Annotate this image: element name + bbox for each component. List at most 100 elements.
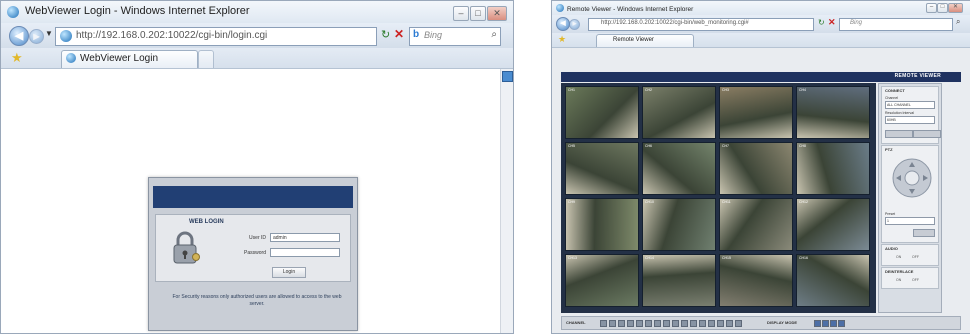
display-mode-button[interactable] (838, 320, 845, 327)
scroll-up-button[interactable] (502, 71, 513, 82)
back-icon[interactable]: ◀ (556, 17, 570, 31)
camera-tile[interactable]: CH4 (796, 86, 870, 139)
channel-button[interactable] (717, 320, 724, 327)
back-icon[interactable]: ◀ (9, 26, 29, 46)
audio-on-radio[interactable]: ON (896, 255, 901, 259)
camera-tile[interactable]: CH10 (642, 198, 716, 251)
channel-button[interactable] (681, 320, 688, 327)
camera-tile[interactable]: CH1 (565, 86, 639, 139)
channel-button[interactable] (699, 320, 706, 327)
channel-button[interactable] (618, 320, 625, 327)
camera-tile[interactable]: CH3 (719, 86, 793, 139)
tab-label: Remote Viewer (613, 37, 654, 43)
camera-tile[interactable]: CH11 (719, 198, 793, 251)
maximize-button[interactable]: □ (470, 6, 486, 21)
dialog-header (153, 186, 353, 208)
display-mode-button[interactable] (830, 320, 837, 327)
channel-button[interactable] (627, 320, 634, 327)
audio-title: AUDIO (885, 246, 898, 251)
channel-button[interactable] (726, 320, 733, 327)
search-placeholder: Bing (850, 20, 863, 26)
camera-label: CH2 (645, 88, 653, 92)
channel-button[interactable] (672, 320, 679, 327)
minimize-button[interactable]: – (926, 3, 937, 13)
navigation-bar: ◀ ▶ http://192.168.0.202:10022/cgi-bin/w… (552, 15, 970, 33)
camera-tile[interactable]: CH2 (642, 86, 716, 139)
preset-move-button[interactable] (913, 229, 935, 237)
connect-button[interactable] (885, 130, 913, 138)
stop-icon[interactable]: ✕ (828, 17, 836, 28)
display-mode-button[interactable] (814, 320, 821, 327)
channel-button[interactable] (708, 320, 715, 327)
close-button[interactable]: ✕ (487, 6, 507, 21)
forward-icon[interactable]: ▶ (29, 29, 44, 44)
channel-select[interactable]: ALL CHANNEL (885, 101, 935, 109)
login-button[interactable]: Login (272, 267, 306, 278)
audio-off-radio[interactable]: OFF (912, 255, 919, 259)
connect-title: CONNECT (885, 88, 905, 93)
new-tab-button[interactable] (198, 50, 214, 68)
refresh-icon[interactable]: ↻ (818, 18, 825, 27)
camera-label: CH14 (645, 256, 654, 260)
channel-button[interactable] (609, 320, 616, 327)
preset-label: Preset (885, 212, 896, 216)
dropdown-chevron-icon[interactable]: ▼ (45, 29, 53, 38)
search-icon[interactable]: ⌕ (956, 17, 960, 27)
search-box[interactable]: Bing (839, 18, 953, 31)
camera-tile[interactable]: CH15 (719, 254, 793, 307)
camera-tile[interactable]: CH7 (719, 142, 793, 195)
channel-button[interactable] (600, 320, 607, 327)
login-panel: WEB LOGIN User ID admin Password Login (155, 214, 351, 282)
connect-section: CONNECT Channel ALL CHANNEL Resolution I… (881, 86, 941, 144)
resolution-select[interactable]: 60HB (885, 116, 935, 124)
camera-tile[interactable]: CH6 (642, 142, 716, 195)
tab-webviewer-login[interactable]: WebViewer Login (61, 50, 198, 68)
refresh-icon[interactable]: ↻ (381, 28, 390, 41)
channel-button[interactable] (645, 320, 652, 327)
padlock-key-icon (173, 231, 200, 264)
address-url: http://192.168.0.202:10022/cgi-bin/web_m… (601, 20, 749, 26)
camera-tile[interactable]: CH13 (565, 254, 639, 307)
minimize-button[interactable]: – (453, 6, 469, 21)
address-bar[interactable]: http://192.168.0.202:10022/cgi-bin/login… (55, 27, 377, 46)
vertical-scrollbar[interactable] (500, 69, 513, 333)
stop-icon[interactable]: ✕ (394, 27, 404, 41)
deinterlace-off-radio[interactable]: OFF (912, 278, 919, 282)
camera-tile[interactable]: CH16 (796, 254, 870, 307)
disconnect-button[interactable] (913, 130, 941, 138)
camera-tile[interactable]: CH9 (565, 198, 639, 251)
remote-viewer-nav[interactable]: REMOTE VIEWER (895, 73, 941, 79)
ie-logo-icon (7, 6, 19, 18)
deinterlace-on-radio[interactable]: ON (896, 278, 901, 282)
favorites-star-icon[interactable]: ★ (558, 34, 566, 45)
address-bar[interactable]: http://192.168.0.202:10022/cgi-bin/web_m… (588, 18, 814, 31)
channel-button[interactable] (735, 320, 742, 327)
preset-select[interactable]: 1 (885, 217, 935, 225)
channel-button[interactable] (654, 320, 661, 327)
tab-bar: ★ Remote Viewer (552, 33, 970, 48)
display-mode-button[interactable] (822, 320, 829, 327)
ptz-direction-pad-icon[interactable] (892, 158, 932, 198)
user-id-input[interactable]: admin (270, 233, 340, 242)
search-box[interactable]: b Bing ⌕ (409, 27, 501, 46)
camera-label: CH10 (645, 200, 654, 204)
camera-tile[interactable]: CH14 (642, 254, 716, 307)
camera-tile[interactable]: CH12 (796, 198, 870, 251)
page-icon (60, 30, 72, 42)
password-input[interactable] (270, 248, 340, 257)
search-icon[interactable]: ⌕ (491, 29, 497, 40)
ptz-title: PTZ (885, 147, 893, 152)
close-button[interactable]: ✕ (948, 3, 963, 13)
camera-grid: CH1 CH2 CH3 CH4 CH5 CH6 CH7 CH8 CH9 CH10 CH11 CH12 C… (561, 83, 876, 313)
tab-remote-viewer[interactable]: Remote Viewer (596, 34, 694, 47)
channel-button[interactable] (663, 320, 670, 327)
channel-button[interactable] (636, 320, 643, 327)
channel-button[interactable] (690, 320, 697, 327)
maximize-button[interactable]: □ (937, 3, 948, 13)
bing-icon: b (413, 29, 420, 40)
camera-tile[interactable]: CH5 (565, 142, 639, 195)
camera-tile[interactable]: CH8 (796, 142, 870, 195)
forward-icon[interactable]: ▶ (569, 19, 580, 30)
navigation-bar: ◀ ▶ ▼ http://192.168.0.202:10022/cgi-bin… (1, 23, 513, 48)
favorites-star-icon[interactable]: ★ (11, 50, 23, 66)
